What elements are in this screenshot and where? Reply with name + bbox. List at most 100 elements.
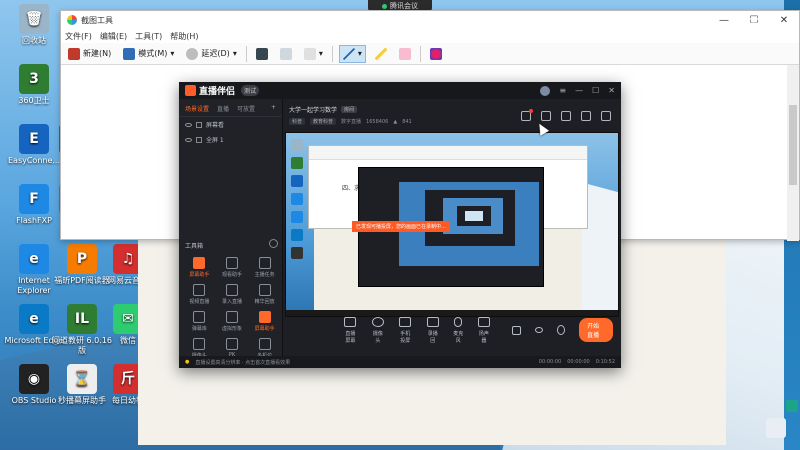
side-tool-icon[interactable] [786, 400, 798, 412]
subcategory-chip[interactable]: 教育科普 [310, 118, 337, 125]
avatar[interactable] [540, 85, 551, 96]
camera-button[interactable]: 摄像头 [371, 316, 384, 344]
camera-icon [371, 316, 384, 327]
minimize-button[interactable]: — [575, 86, 583, 95]
scroll-thumb[interactable] [789, 105, 797, 185]
toolbox-item[interactable]: 屏幕助手 [248, 311, 281, 332]
mode-button[interactable]: 模式(M) ▾ [120, 45, 177, 63]
eraser-button[interactable] [396, 45, 414, 63]
menu-help[interactable]: 帮助(H) [170, 31, 198, 42]
toolbox-item[interactable]: 视频直播 [183, 284, 216, 305]
tool-icon [193, 311, 206, 323]
scene-item[interactable]: 全屏 1 [179, 132, 282, 147]
menu-tools[interactable]: 工具(T) [135, 31, 162, 42]
pen-button[interactable]: ▾ [338, 44, 366, 63]
toolbox-item[interactable]: 主播任务 [248, 257, 281, 278]
tool-icon [258, 338, 271, 350]
room-title: 大学一起学习数学 房间 [289, 105, 358, 114]
share-icon[interactable] [601, 111, 611, 121]
live-statusbar: ● 直播设置高清分辨率 · 点击首次直播看效果 00:00:00 00:00:0… [179, 356, 621, 368]
tool-icon [258, 257, 271, 269]
category-chip[interactable]: 科普 [289, 118, 306, 125]
tab-live[interactable]: 直播 [217, 104, 229, 113]
room-title-text[interactable]: 大学一起学习数学 [289, 105, 337, 114]
floating-tool-icon[interactable] [766, 418, 786, 438]
checkbox[interactable] [196, 136, 202, 143]
scene-label: 全屏 1 [206, 137, 224, 144]
toolbar-divider [245, 45, 247, 62]
close-button[interactable]: ✕ [608, 86, 615, 95]
stream-preview[interactable]: 四、求 已发现可播投屏，您的画面已在录制中... [285, 132, 619, 317]
mode-label: 模式(M) [138, 49, 168, 58]
phone-cast-label: 手机投屏 [400, 330, 411, 344]
send-icon [303, 47, 316, 60]
tab-placeable[interactable]: 可放置 [237, 104, 255, 113]
watermark-sub: www.shuxue.com [729, 34, 782, 41]
desktop-icon[interactable]: 3 360卫士 [4, 64, 64, 106]
screen-icon[interactable] [561, 111, 571, 121]
tool-icon [193, 338, 206, 350]
menu-edit[interactable]: 编辑(E) [100, 31, 127, 42]
app-icon: ⌛ [67, 364, 97, 394]
lock-icon[interactable] [541, 111, 551, 121]
desktop-icon[interactable]: 🗑 回收站 [4, 4, 64, 46]
rectangle-mode-icon [123, 47, 136, 60]
scissors-icon [67, 15, 77, 25]
new-snip-button[interactable]: 新建(N) [65, 45, 114, 63]
toolbox-item[interactable]: 弹幕库 [183, 311, 216, 332]
tool-icon [258, 284, 271, 296]
video-icon[interactable] [511, 325, 522, 335]
eye-icon[interactable] [185, 137, 192, 142]
speaker-button[interactable]: 扬声器 [477, 316, 490, 344]
toolbox-grid: 屏幕助手观看助手主播任务视频直播录入直播精华回放弹幕库虚拟形象屏幕助手摄像头PK… [183, 257, 281, 359]
eye-icon[interactable] [185, 122, 192, 127]
toolbox-item[interactable]: 虚拟形象 [216, 311, 249, 332]
checkbox[interactable] [196, 121, 202, 128]
recording-button[interactable]: 录播回 [426, 316, 439, 344]
add-scene-icon[interactable]: + [271, 104, 276, 113]
maximize-button[interactable]: ☐ [592, 86, 599, 95]
status-text: 数字直播 [341, 119, 362, 125]
menu-file[interactable]: 文件(F) [65, 31, 92, 42]
toolbox-item[interactable]: 精华回放 [248, 284, 281, 305]
tab-scene-settings[interactable]: 场景设置 [185, 104, 209, 113]
highlighter-button[interactable] [372, 45, 390, 63]
fire-icon: ▲ [393, 118, 398, 125]
send-button[interactable]: ▾ [301, 45, 326, 63]
start-live-button[interactable]: 开始直播 [579, 318, 613, 342]
gift-icon[interactable] [521, 109, 533, 121]
room-id: 1658406 [366, 118, 389, 125]
gear-icon[interactable] [269, 239, 278, 248]
gear-icon[interactable] [557, 325, 566, 335]
delay-label: 延迟(D) [201, 49, 230, 58]
toolbox-item[interactable]: 屏幕助手 [183, 257, 216, 278]
menu-icon[interactable]: ≡ [559, 86, 566, 95]
toolbox-item[interactable]: 观看助手 [216, 257, 249, 278]
scene-item[interactable]: 屏幕看 [179, 117, 282, 132]
meeting-status-icon [382, 3, 387, 9]
chevron-down-icon: ▾ [357, 49, 362, 58]
app-icon: e [19, 304, 49, 334]
bell-icon[interactable] [581, 111, 591, 121]
tool-icon [193, 257, 206, 269]
phone-cast-button[interactable]: 手机投屏 [398, 316, 413, 344]
tool-icon [225, 338, 238, 350]
toolbar-divider [419, 45, 421, 62]
snip-scrollbar[interactable] [787, 65, 799, 241]
clock-icon [186, 47, 199, 60]
tool-label: 屏幕助手 [254, 326, 275, 332]
save-button[interactable] [253, 45, 271, 63]
live-titlebar: 直播伴侣 测试 ≡ — ☐ ✕ [179, 82, 621, 99]
screen-capture-button[interactable]: 直播屏幕 [343, 316, 358, 344]
toolbar-divider [331, 45, 333, 62]
delay-button[interactable]: 延迟(D) ▾ [183, 45, 239, 63]
toolbox-item[interactable]: 录入直播 [216, 284, 249, 305]
paint3d-button[interactable] [427, 45, 445, 63]
watermark: 数学学习 一 三 国 www.shuxue.com [659, 14, 782, 41]
monitor-icon [344, 316, 357, 327]
microphone-button[interactable]: 麦克风 [453, 316, 464, 344]
app-icon: P [67, 244, 97, 274]
copy-button[interactable] [277, 45, 295, 63]
tool-label: 虚拟形象 [221, 326, 242, 332]
eye-icon[interactable] [535, 327, 544, 333]
